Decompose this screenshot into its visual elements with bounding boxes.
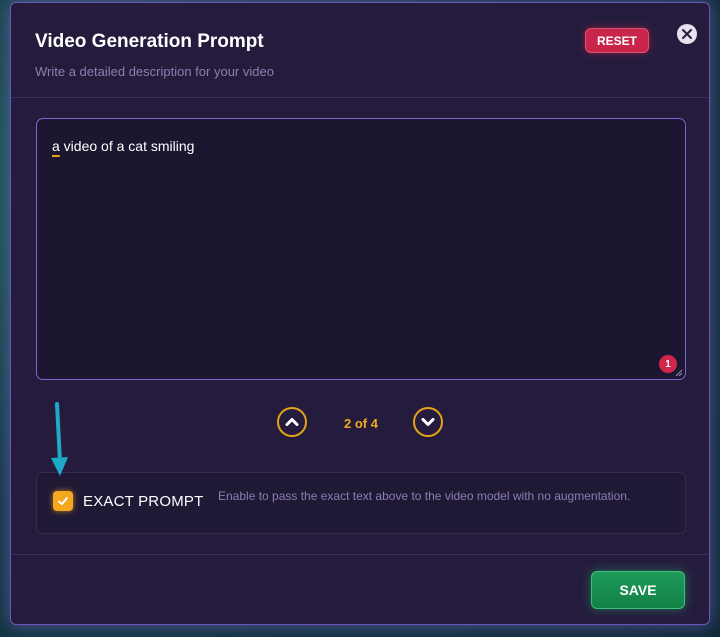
prompt-first-word: a — [52, 138, 60, 154]
page-indicator: 2 of 4 — [344, 416, 378, 431]
close-button[interactable] — [677, 24, 697, 44]
chevron-down-icon — [421, 418, 435, 426]
prompt-rest: video of a cat smiling — [59, 138, 195, 154]
prompt-text: a video of a cat smiling — [52, 138, 194, 154]
chevron-up-icon — [285, 418, 299, 426]
exact-prompt-panel: EXACT PROMPT Enable to pass the exact te… — [36, 472, 686, 534]
exact-prompt-checkbox[interactable] — [53, 491, 73, 511]
reset-button[interactable]: RESET — [585, 28, 649, 53]
prompt-textarea[interactable]: a video of a cat smiling 1 — [36, 118, 686, 380]
prompt-pager: 2 of 4 — [275, 407, 447, 441]
save-button[interactable]: SAVE — [591, 571, 685, 609]
video-prompt-dialog: Video Generation Prompt Write a detailed… — [10, 2, 710, 625]
check-icon — [58, 497, 68, 505]
dialog-footer: SAVE — [11, 554, 709, 624]
dialog-subtitle: Write a detailed description for your vi… — [35, 64, 274, 79]
exact-prompt-description: Enable to pass the exact text above to t… — [218, 489, 631, 503]
dialog-title: Video Generation Prompt — [35, 31, 264, 52]
next-prompt-button[interactable] — [413, 407, 443, 437]
dialog-header: Video Generation Prompt Write a detailed… — [11, 3, 709, 98]
previous-prompt-button[interactable] — [277, 407, 307, 437]
close-icon — [682, 29, 692, 39]
resize-handle-icon[interactable] — [675, 369, 683, 377]
exact-prompt-label[interactable]: EXACT PROMPT — [83, 493, 203, 510]
